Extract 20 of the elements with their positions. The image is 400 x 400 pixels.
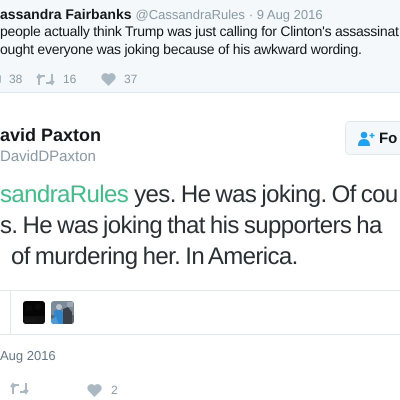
tweet-text: sandraRules yes. He was joking. Of cou s. He was joking that his supporters ha of murdering her. In America.	[0, 179, 400, 291]
retweet-icon[interactable]	[10, 382, 29, 395]
like-count: 2	[111, 383, 118, 397]
author-name[interactable]: avid Paxton	[0, 124, 102, 146]
retweet-icon[interactable]	[36, 72, 55, 86]
author-handle[interactable]: DavidDPaxton	[0, 148, 102, 166]
heart-icon[interactable]	[87, 384, 102, 396]
add-person-icon	[358, 130, 375, 146]
tweet-text: people actually think Trump was just calling for Clinton's assassinat	[0, 22, 400, 40]
retweet-count: 16	[63, 72, 76, 86]
follow-button[interactable]: Fo	[345, 121, 400, 155]
author-name[interactable]: assandra Fairbanks	[0, 6, 132, 22]
like-count: 37	[124, 72, 138, 86]
tweet-text: ought everyone was joking because of his awkward wording.	[0, 40, 363, 58]
heart-icon[interactable]	[101, 72, 116, 86]
reply-count: 38	[9, 72, 22, 86]
author-handle[interactable]: @CassandraRules	[136, 7, 245, 22]
tweet-date[interactable]: · 9 Aug 2016	[248, 7, 323, 22]
mention-link[interactable]: sandraRules	[0, 181, 128, 208]
tweet-date: Aug 2016	[0, 348, 57, 363]
